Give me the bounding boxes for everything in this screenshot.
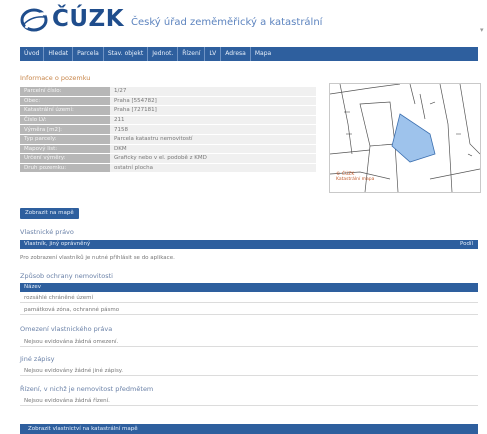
- list-item: Nejsou evidovány žádné jiné zápisy.: [20, 366, 478, 376]
- rights-note: Pro zobrazení vlastníků je nutné přihlás…: [20, 255, 175, 261]
- row-value[interactable]: Praha [554782]: [110, 96, 316, 107]
- cuzk-logo-icon[interactable]: [20, 8, 48, 32]
- table-row: Číslo LV: 211: [20, 115, 316, 126]
- main-navigation: Úvod Hledat Parcela Stav. objekt Jednot.…: [20, 47, 478, 61]
- row-value: 1/27: [110, 87, 316, 97]
- nav-item-building[interactable]: Stav. objekt: [104, 47, 149, 61]
- table-row: Katastrální území: Praha [727181]: [20, 105, 316, 116]
- agency-name: Český úřad zeměměřický a katastrální: [131, 17, 323, 28]
- header-menu-icon[interactable]: ▾: [480, 26, 484, 34]
- row-value[interactable]: Praha [727181]: [110, 105, 316, 116]
- table-row: Druh pozemku: ostatní plocha: [20, 163, 316, 174]
- nav-item-map[interactable]: Mapa: [251, 47, 275, 61]
- row-key: Obec:: [20, 96, 110, 107]
- map-attribution: © ČÚZK Katastrální mapa: [336, 172, 374, 182]
- nav-item-unit[interactable]: Jednot.: [148, 47, 179, 61]
- table-row: Typ parcely: Parcela katastru nemovitostí: [20, 134, 316, 145]
- row-value: DKM: [110, 144, 316, 155]
- row-value[interactable]: 211: [110, 115, 316, 126]
- nav-item-address[interactable]: Adresa: [221, 47, 251, 61]
- row-key: Mapový list:: [20, 144, 110, 155]
- cadastral-map[interactable]: © ČÚZK Katastrální mapa: [329, 83, 481, 193]
- logo-text[interactable]: ČÚZK: [52, 6, 124, 32]
- rights-header-bar: Vlastník, jiný oprávněný Podíl: [20, 240, 478, 249]
- nav-item-proceedings[interactable]: Řízení: [178, 47, 206, 61]
- table-row: Určení výměry: Graficky nebo v el. podobě…: [20, 153, 316, 164]
- row-key: Číslo LV:: [20, 115, 110, 126]
- row-key: Druh pozemku:: [20, 163, 110, 174]
- encumbrance-title: Omezení vlastnického práva: [20, 325, 113, 333]
- rights-title: Vlastnické právo: [20, 228, 74, 236]
- table-row: Parcelní číslo: 1/27: [20, 87, 316, 97]
- parcel-highlight[interactable]: [391, 113, 436, 163]
- protection-bar-label: Název: [24, 284, 42, 290]
- row-key: Výměra [m2]:: [20, 124, 110, 135]
- nav-item-search[interactable]: Hledat: [44, 47, 74, 61]
- proceedings-title: Řízení, v nichž je nemovitost předmětem: [20, 385, 154, 393]
- other-records-title: Jiné zápisy: [20, 355, 55, 363]
- protection-title: Způsob ochrany nemovitosti: [20, 272, 113, 280]
- row-value: Parcela katastru nemovitostí: [110, 134, 316, 145]
- row-value: 7158: [110, 124, 316, 135]
- list-item: Nejsou evidována žádná řízení.: [20, 396, 478, 406]
- row-value: ostatní plocha: [110, 163, 316, 174]
- row-key: Katastrální území:: [20, 105, 110, 116]
- table-row: Výměra [m2]: 7158: [20, 124, 316, 135]
- nav-item-parcel[interactable]: Parcela: [73, 47, 104, 61]
- footer-bar[interactable]: Zobrazit vlastnictví na katastrální mapě: [20, 424, 478, 434]
- table-row: Mapový list: DKM: [20, 144, 316, 155]
- map-attribution-line: Katastrální mapa: [336, 177, 375, 182]
- nav-item-lv[interactable]: LV: [205, 47, 222, 61]
- row-key: Typ parcely:: [20, 134, 110, 145]
- table-row: Obec: Praha [554782]: [20, 96, 316, 107]
- list-item: Nejsou evidována žádná omezení.: [20, 337, 478, 347]
- rights-bar-share: Podíl: [459, 241, 473, 247]
- list-item: památková zóna, ochranné pásmo: [20, 305, 478, 315]
- list-item: rozsáhlé chráněné území: [20, 293, 478, 303]
- page: ČÚZK Český úřad zeměměřický a katastráln…: [0, 0, 487, 434]
- row-key: Parcelní číslo:: [20, 87, 110, 97]
- nav-item-home[interactable]: Úvod: [20, 47, 45, 61]
- show-on-map-button[interactable]: Zobrazit na mapě: [20, 208, 79, 219]
- parcel-info-title: Informace o pozemku: [20, 74, 91, 82]
- row-key: Určení výměry:: [20, 153, 110, 164]
- protection-header-bar: Název: [20, 283, 478, 292]
- rights-bar-label: Vlastník, jiný oprávněný: [24, 241, 91, 247]
- row-value: Graficky nebo v el. podobě z KMD: [110, 153, 316, 164]
- site-header: ČÚZK Český úřad zeměměřický a katastráln…: [0, 0, 487, 40]
- parcel-info-table: Parcelní číslo: 1/27 Obec: Praha [554782] …: [20, 87, 316, 174]
